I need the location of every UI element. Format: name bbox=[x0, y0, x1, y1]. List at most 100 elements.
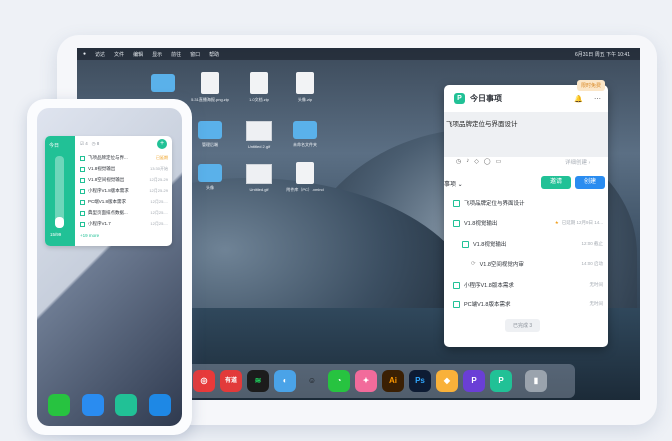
image-file-icon bbox=[246, 121, 272, 141]
desktop-image[interactable]: Untitled 2.gif bbox=[239, 121, 279, 149]
checkbox[interactable] bbox=[80, 177, 85, 183]
promo-badge[interactable]: 限时免费 bbox=[577, 80, 606, 91]
photoshop-icon[interactable]: Ps bbox=[409, 370, 431, 392]
checkbox[interactable] bbox=[80, 210, 85, 216]
menu-item[interactable]: 编辑 bbox=[133, 51, 143, 58]
checkbox[interactable] bbox=[80, 199, 85, 205]
file-label: 管理后端 bbox=[202, 142, 218, 147]
bell-icon[interactable]: 🔔 bbox=[574, 95, 583, 103]
checkbox[interactable] bbox=[453, 219, 460, 227]
desktop-image[interactable]: Untitled.gif bbox=[239, 164, 279, 192]
menu-item[interactable]: 文件 bbox=[114, 51, 124, 58]
folder-icon bbox=[293, 121, 317, 139]
desktop-folder[interactable] bbox=[143, 74, 183, 95]
detail-create-link[interactable]: 详细创建 › bbox=[565, 158, 590, 166]
mac-dock: ◎ 有道 ≋ ◐ ☺ ◔ ✦ Ai Ps ◆ P P ▮ bbox=[187, 364, 575, 398]
sketch-icon[interactable]: ◆ bbox=[436, 370, 458, 392]
xmind-file-icon bbox=[296, 162, 314, 184]
editor-toolbar: ◷ ♪ ◇ ◯ ▭ bbox=[456, 158, 501, 165]
netease-music-icon[interactable]: ◎ bbox=[193, 370, 215, 392]
trash-icon[interactable]: ▮ bbox=[525, 370, 547, 392]
widget-sidebar: 今日 15/99 bbox=[45, 136, 75, 246]
star-icon: ★ bbox=[554, 220, 559, 225]
widget-title: 今日 bbox=[49, 143, 60, 149]
wechat-icon[interactable] bbox=[48, 394, 71, 416]
checkbox[interactable] bbox=[80, 166, 85, 172]
checkbox[interactable] bbox=[80, 221, 85, 227]
phone-task-widget[interactable]: 今日 15/99 ☑ 4 ◷ 8 + 飞项品牌定位与界... 已延期 V1.8视觉… bbox=[45, 136, 172, 246]
desktop-file[interactable]: 附件库（PC）.xmind bbox=[285, 162, 325, 193]
spotify-icon[interactable]: ≋ bbox=[247, 370, 269, 392]
today-tasks-panel: P 今日事项 限时免费 🔔 ⋯ 飞项品牌定位与界面设计 ◷ ♪ ◇ ◯ ▭ 详细… bbox=[444, 80, 608, 347]
clock-icon[interactable]: ◷ bbox=[456, 158, 461, 165]
task-row[interactable]: PC端V1.8版本需求 无时间 bbox=[453, 300, 603, 308]
menu-item[interactable]: 前往 bbox=[171, 51, 181, 58]
menu-item[interactable]: 帮助 bbox=[209, 51, 219, 58]
checkbox[interactable] bbox=[80, 188, 85, 194]
menu-item[interactable]: 访达 bbox=[95, 51, 105, 58]
figma-icon[interactable]: ✦ bbox=[355, 370, 377, 392]
files-icon[interactable] bbox=[148, 394, 171, 416]
phone-dock bbox=[37, 388, 182, 422]
widget-row[interactable]: 小程序V1.8版本需求 12月25-29 bbox=[80, 188, 168, 194]
task-row[interactable]: V1.8视觉输出 ★ 已延期 12月9日 14... bbox=[453, 219, 603, 227]
file-label: Untitled.gif bbox=[249, 187, 269, 192]
menu-item[interactable]: 显示 bbox=[152, 51, 162, 58]
file-label: 未命名文件夹 bbox=[293, 142, 317, 147]
desktop-folder[interactable]: 未命名文件夹 bbox=[285, 121, 325, 148]
widget-row[interactable]: 典型页面排点数据... 12月25-... bbox=[80, 210, 168, 216]
sync-icon: ⟳ bbox=[471, 261, 476, 267]
apple-icon[interactable]: ● bbox=[83, 51, 86, 57]
desktop-folder[interactable]: 管理后端 bbox=[190, 121, 230, 148]
file-label: 头像 bbox=[206, 185, 214, 190]
p-app-icon[interactable]: P bbox=[463, 370, 485, 392]
desktop-file[interactable]: 5.31直播海报.png.zip bbox=[190, 72, 230, 103]
checkbox[interactable] bbox=[80, 155, 85, 161]
desktop-folder[interactable]: 头像 bbox=[190, 164, 230, 191]
checkbox[interactable] bbox=[462, 240, 469, 248]
folder-icon bbox=[198, 121, 222, 139]
qq-icon[interactable]: ☺ bbox=[301, 370, 323, 392]
task-row[interactable]: V1.8视觉输出 12:00 截止 bbox=[462, 240, 603, 248]
panel-header: P 今日事项 bbox=[454, 93, 502, 104]
widget-row[interactable]: 飞项品牌定位与界... 已延期 bbox=[80, 155, 168, 161]
desktop-file[interactable]: 1.0文档.zip bbox=[239, 72, 279, 103]
safari-icon[interactable] bbox=[81, 394, 104, 416]
desktop-file[interactable]: 头像.zip bbox=[285, 72, 325, 103]
folder-icon bbox=[198, 164, 222, 182]
file-label: 5.31直播海报.png.zip bbox=[191, 97, 229, 102]
zip-file-icon bbox=[296, 72, 314, 94]
editor-input-text[interactable]: 飞项品牌定位与界面设计 bbox=[446, 118, 518, 128]
item-type-select[interactable]: 事项 ⌄ bbox=[444, 179, 463, 188]
widget-row[interactable]: 小程序V1.7 12月25-... bbox=[80, 221, 168, 227]
image-file-icon bbox=[246, 164, 272, 184]
checkbox[interactable] bbox=[453, 281, 460, 289]
menu-item[interactable]: 窗口 bbox=[190, 51, 200, 58]
panel-title: 今日事项 bbox=[470, 94, 502, 103]
feixiang-app-icon[interactable] bbox=[115, 394, 138, 416]
attach-icon[interactable]: ◯ bbox=[484, 158, 491, 165]
create-button[interactable]: 创建 bbox=[575, 176, 605, 189]
illustrator-icon[interactable]: Ai bbox=[382, 370, 404, 392]
youdao-icon[interactable]: 有道 bbox=[220, 370, 242, 392]
task-row[interactable]: ⟳ V1.8空间视觉内审 14:00 启动 bbox=[471, 260, 603, 268]
widget-more-link[interactable]: +19 more bbox=[80, 233, 99, 238]
tag-icon[interactable]: ◇ bbox=[474, 158, 479, 165]
doc-icon[interactable]: ▭ bbox=[496, 158, 502, 165]
browser-icon[interactable]: ◐ bbox=[274, 370, 296, 392]
task-row[interactable]: 小程序V1.8版本需求 无时间 bbox=[453, 281, 603, 289]
add-icon[interactable]: + bbox=[157, 139, 167, 149]
more-icon[interactable]: ⋯ bbox=[594, 95, 601, 103]
invite-button[interactable]: 邀请 bbox=[541, 176, 571, 189]
widget-row[interactable]: V1.8空间视觉输出 12月25-29 bbox=[80, 177, 168, 183]
widget-row[interactable]: PC端V1.8版本需求 12月25-... bbox=[80, 199, 168, 205]
completed-toggle[interactable]: 已完成 3 bbox=[505, 319, 541, 332]
checkbox[interactable] bbox=[453, 199, 460, 207]
checkbox[interactable] bbox=[453, 300, 460, 308]
bell-small-icon[interactable]: ♪ bbox=[466, 158, 469, 165]
widget-progress-track bbox=[55, 156, 64, 228]
feixiang-app-icon[interactable]: P bbox=[490, 370, 512, 392]
widget-row[interactable]: V1.8视觉输出 13:30开始 bbox=[80, 166, 168, 172]
wechat-icon[interactable]: ◔ bbox=[328, 370, 350, 392]
task-row[interactable]: 飞项品牌定位与界面设计 bbox=[453, 199, 603, 207]
